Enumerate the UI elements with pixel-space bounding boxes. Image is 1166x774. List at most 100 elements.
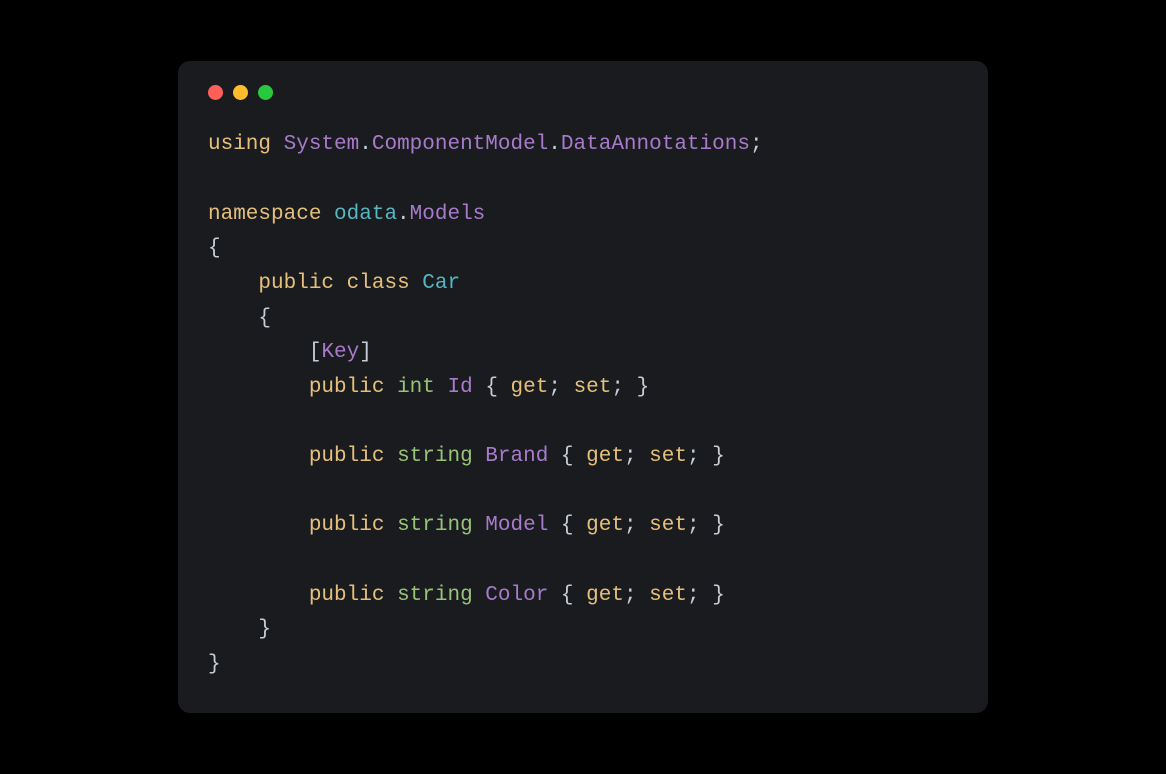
code-token: { xyxy=(485,376,498,399)
code-token: public xyxy=(309,584,385,607)
code-token xyxy=(561,376,574,399)
code-token: Brand xyxy=(485,445,548,468)
code-token xyxy=(473,376,486,399)
code-token: public xyxy=(309,514,385,537)
code-token: class xyxy=(347,272,410,295)
code-token xyxy=(574,514,587,537)
code-token xyxy=(548,584,561,607)
code-token xyxy=(334,272,347,295)
code-token: } xyxy=(712,584,725,607)
code-token: set xyxy=(649,445,687,468)
code-token xyxy=(473,514,486,537)
code-token: get xyxy=(586,584,624,607)
code-token: get xyxy=(511,376,549,399)
code-line: namespace odata.Models xyxy=(208,198,958,233)
code-token: ; xyxy=(611,376,624,399)
code-token: odata xyxy=(334,203,397,226)
code-token xyxy=(208,272,258,295)
code-token xyxy=(208,584,309,607)
code-line: } xyxy=(208,613,958,648)
code-line: } xyxy=(208,648,958,683)
code-token: using xyxy=(208,133,271,156)
code-token: ; xyxy=(687,584,700,607)
window-titlebar xyxy=(208,85,958,100)
code-token xyxy=(384,376,397,399)
code-token xyxy=(208,514,309,537)
code-token: Model xyxy=(485,514,548,537)
code-token xyxy=(435,376,448,399)
code-line: { xyxy=(208,302,958,337)
code-token xyxy=(700,514,713,537)
code-token: public xyxy=(309,445,385,468)
code-token: string xyxy=(397,514,473,537)
code-line xyxy=(208,475,958,510)
code-token: System xyxy=(284,133,360,156)
code-token: get xyxy=(586,445,624,468)
code-token: Models xyxy=(410,203,486,226)
code-token: ; xyxy=(750,133,763,156)
code-token xyxy=(700,445,713,468)
code-line: [Key] xyxy=(208,336,958,371)
code-token: ; xyxy=(624,445,637,468)
code-token xyxy=(624,376,637,399)
code-token xyxy=(384,514,397,537)
code-token xyxy=(384,584,397,607)
code-line: public string Model { get; set; } xyxy=(208,509,958,544)
code-token xyxy=(498,376,511,399)
code-token: ; xyxy=(624,514,637,537)
code-token: } xyxy=(208,653,221,676)
code-token: string xyxy=(397,584,473,607)
code-token xyxy=(574,445,587,468)
code-line: { xyxy=(208,232,958,267)
code-token: . xyxy=(359,133,372,156)
code-line: using System.ComponentModel.DataAnnotati… xyxy=(208,128,958,163)
code-token: Color xyxy=(485,584,548,607)
code-token xyxy=(410,272,423,295)
code-token: ; xyxy=(687,514,700,537)
code-token xyxy=(384,445,397,468)
code-token: { xyxy=(258,307,271,330)
code-token: string xyxy=(397,445,473,468)
code-token: namespace xyxy=(208,203,321,226)
code-token xyxy=(637,445,650,468)
code-token xyxy=(321,203,334,226)
code-token: Key xyxy=(321,341,359,364)
code-token xyxy=(208,307,258,330)
code-token xyxy=(473,445,486,468)
code-token: DataAnnotations xyxy=(561,133,750,156)
close-icon[interactable] xyxy=(208,85,223,100)
code-token: ] xyxy=(359,341,372,364)
code-window: using System.ComponentModel.DataAnnotati… xyxy=(178,61,988,712)
code-token: ; xyxy=(687,445,700,468)
code-token xyxy=(271,133,284,156)
code-token: { xyxy=(208,237,221,260)
code-token xyxy=(208,618,258,641)
code-token xyxy=(208,376,309,399)
code-token: } xyxy=(712,445,725,468)
maximize-icon[interactable] xyxy=(258,85,273,100)
code-token: ; xyxy=(624,584,637,607)
code-token xyxy=(637,584,650,607)
code-token: { xyxy=(561,584,574,607)
code-line: public string Color { get; set; } xyxy=(208,579,958,614)
minimize-icon[interactable] xyxy=(233,85,248,100)
code-token: Id xyxy=(447,376,472,399)
code-token xyxy=(548,445,561,468)
code-line: public int Id { get; set; } xyxy=(208,371,958,406)
code-token xyxy=(548,514,561,537)
code-line xyxy=(208,163,958,198)
code-token xyxy=(208,445,309,468)
code-line xyxy=(208,544,958,579)
code-token xyxy=(700,584,713,607)
code-token: set xyxy=(649,584,687,607)
code-token: set xyxy=(649,514,687,537)
code-token xyxy=(208,341,309,364)
code-token: } xyxy=(258,618,271,641)
code-token: public xyxy=(309,376,385,399)
code-line: public class Car xyxy=(208,267,958,302)
code-line xyxy=(208,406,958,441)
code-token xyxy=(574,584,587,607)
code-token: set xyxy=(574,376,612,399)
code-line: public string Brand { get; set; } xyxy=(208,440,958,475)
code-token: } xyxy=(712,514,725,537)
